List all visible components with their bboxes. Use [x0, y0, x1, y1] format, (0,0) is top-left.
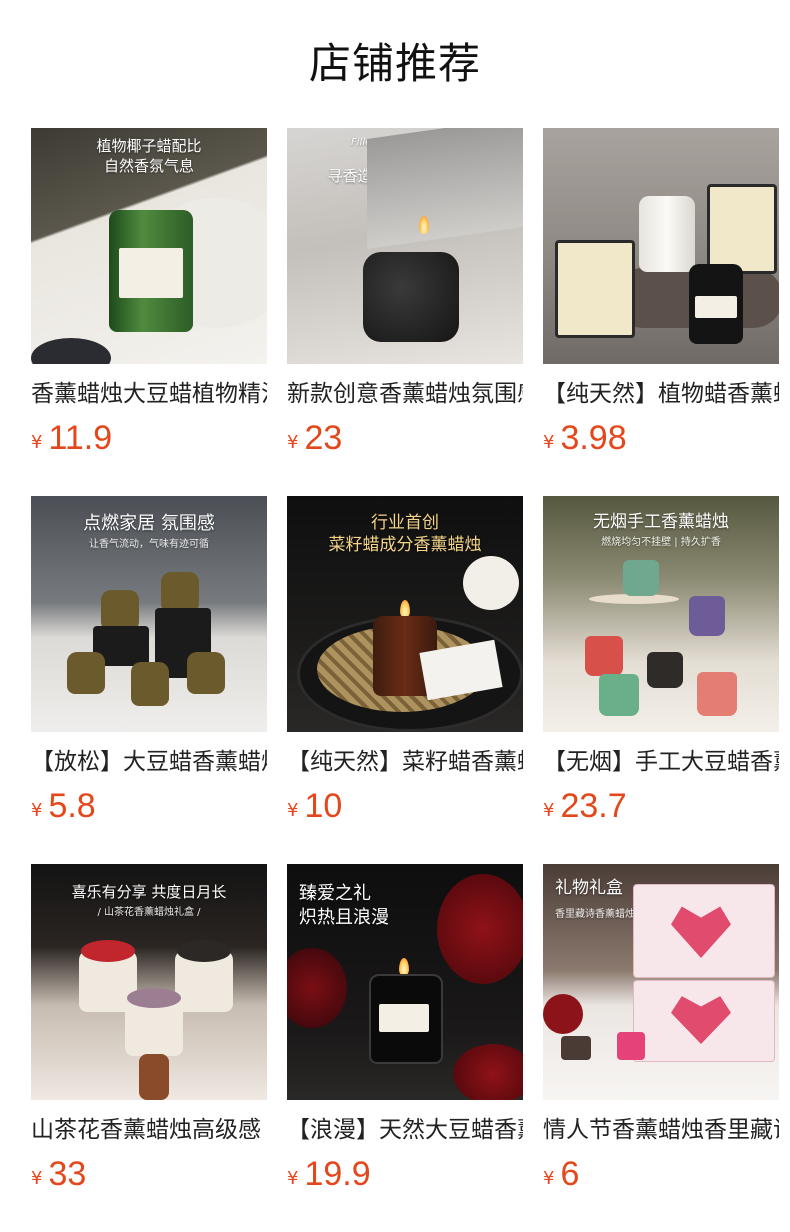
product-price: ¥ 23.7 [543, 786, 779, 826]
product-card[interactable]: 行业首创 菜籽蜡成分香薰蜡烛 【纯天然】菜籽蜡香薰蜡烛 ¥ 10 [287, 496, 523, 864]
price-value: 3.98 [560, 419, 627, 457]
product-card[interactable]: 点燃家居 氛围感 让香气流动，气味有迹可循 【放松】大豆蜡香薰蜡烛 ¥ 5.8 [31, 496, 267, 864]
page-header: 店铺推荐 [0, 0, 790, 128]
currency-symbol: ¥ [287, 800, 299, 821]
product-card[interactable]: Filled with sweet love 寻香造梦 弥漫沁甜爱意 新款创意香… [287, 128, 523, 496]
currency-symbol: ¥ [31, 800, 43, 821]
product-price: ¥ 3.98 [543, 418, 779, 458]
price-value: 5.8 [48, 787, 96, 825]
product-card[interactable]: 礼物礼盒 香里藏诗香薰蜡烛 情人节香薰蜡烛香里藏诗 ¥ 6 [543, 864, 779, 1232]
product-card[interactable]: 臻爱之礼 炽热且浪漫 【浪漫】天然大豆蜡香薰 ¥ 19.9 [287, 864, 523, 1232]
product-price: ¥ 10 [287, 786, 523, 826]
product-image[interactable]: 臻爱之礼 炽热且浪漫 [287, 864, 523, 1100]
product-price: ¥ 23 [287, 418, 523, 458]
product-image-caption: 无烟手工香薰蜡烛 [593, 512, 729, 532]
product-title[interactable]: 【浪漫】天然大豆蜡香薰 [287, 1114, 523, 1146]
product-title[interactable]: 【放松】大豆蜡香薰蜡烛 [31, 746, 267, 778]
product-title[interactable]: 新款创意香薰蜡烛氛围感 [287, 378, 523, 410]
product-price: ¥ 11.9 [31, 418, 267, 458]
currency-symbol: ¥ [543, 800, 555, 821]
price-value: 11.9 [48, 419, 113, 457]
product-grid: 植物椰子蜡配比 自然香氛气息 香薰蜡烛大豆蜡植物精油 ¥ 11.9 Filled… [31, 128, 779, 1232]
product-image-subcaption: 让香气流动，气味有迹可循 [89, 539, 209, 550]
product-card[interactable]: 无烟手工香薰蜡烛 燃烧均匀不挂壁 | 持久扩香 【无烟】手工大豆蜡香薰 ¥ 23… [543, 496, 779, 864]
currency-symbol: ¥ [287, 1168, 299, 1189]
price-value: 6 [560, 1155, 580, 1193]
product-card[interactable]: 植物椰子蜡配比 自然香氛气息 香薰蜡烛大豆蜡植物精油 ¥ 11.9 [31, 128, 267, 496]
price-value: 23.7 [560, 787, 627, 825]
currency-symbol: ¥ [287, 432, 299, 453]
currency-symbol: ¥ [543, 1168, 555, 1189]
product-title[interactable]: 【纯天然】植物蜡香薰蜡烛 [543, 378, 779, 410]
product-image[interactable]: 点燃家居 氛围感 让香气流动，气味有迹可循 [31, 496, 267, 732]
price-value: 33 [48, 1155, 87, 1193]
price-value: 10 [304, 787, 343, 825]
currency-symbol: ¥ [31, 432, 43, 453]
product-image[interactable] [543, 128, 779, 364]
product-image-caption: 喜乐有分享 共度日月长 [71, 883, 227, 901]
product-price: ¥ 33 [31, 1154, 267, 1194]
page-title: 店铺推荐 [308, 38, 481, 88]
product-image[interactable]: Filled with sweet love 寻香造梦 弥漫沁甜爱意 [287, 128, 523, 364]
price-value: 19.9 [304, 1155, 371, 1193]
currency-symbol: ¥ [31, 1168, 43, 1189]
product-image-subcaption: 燃烧均匀不挂壁 | 持久扩香 [601, 537, 721, 548]
currency-symbol: ¥ [543, 432, 555, 453]
product-image[interactable]: 植物椰子蜡配比 自然香氛气息 [31, 128, 267, 364]
product-image[interactable]: 喜乐有分享 共度日月长 / 山茶花香薰蜡烛礼盒 / [31, 864, 267, 1100]
product-card[interactable]: 【纯天然】植物蜡香薰蜡烛 ¥ 3.98 [543, 128, 779, 496]
product-price: ¥ 6 [543, 1154, 779, 1194]
product-image[interactable]: 无烟手工香薰蜡烛 燃烧均匀不挂壁 | 持久扩香 [543, 496, 779, 732]
product-image[interactable]: 行业首创 菜籽蜡成分香薰蜡烛 [287, 496, 523, 732]
product-title[interactable]: 香薰蜡烛大豆蜡植物精油 [31, 378, 267, 410]
price-value: 23 [304, 419, 343, 457]
product-image-caption: 点燃家居 氛围感 [83, 513, 215, 534]
product-image-subcaption: / 山茶花香薰蜡烛礼盒 / [97, 907, 201, 918]
product-title[interactable]: 【纯天然】菜籽蜡香薰蜡烛 [287, 746, 523, 778]
product-price: ¥ 19.9 [287, 1154, 523, 1194]
product-image-caption: 植物椰子蜡配比 自然香氛气息 [96, 137, 202, 175]
product-price: ¥ 5.8 [31, 786, 267, 826]
product-card[interactable]: 喜乐有分享 共度日月长 / 山茶花香薰蜡烛礼盒 / 山茶花香薰蜡烛高级感 ¥ 3… [31, 864, 267, 1232]
product-title[interactable]: 【无烟】手工大豆蜡香薰 [543, 746, 779, 778]
product-image-caption: 行业首创 菜籽蜡成分香薰蜡烛 [328, 513, 482, 555]
product-image[interactable]: 礼物礼盒 香里藏诗香薰蜡烛 [543, 864, 779, 1100]
product-title[interactable]: 山茶花香薰蜡烛高级感 [31, 1114, 267, 1146]
product-title[interactable]: 情人节香薰蜡烛香里藏诗 [543, 1114, 779, 1146]
